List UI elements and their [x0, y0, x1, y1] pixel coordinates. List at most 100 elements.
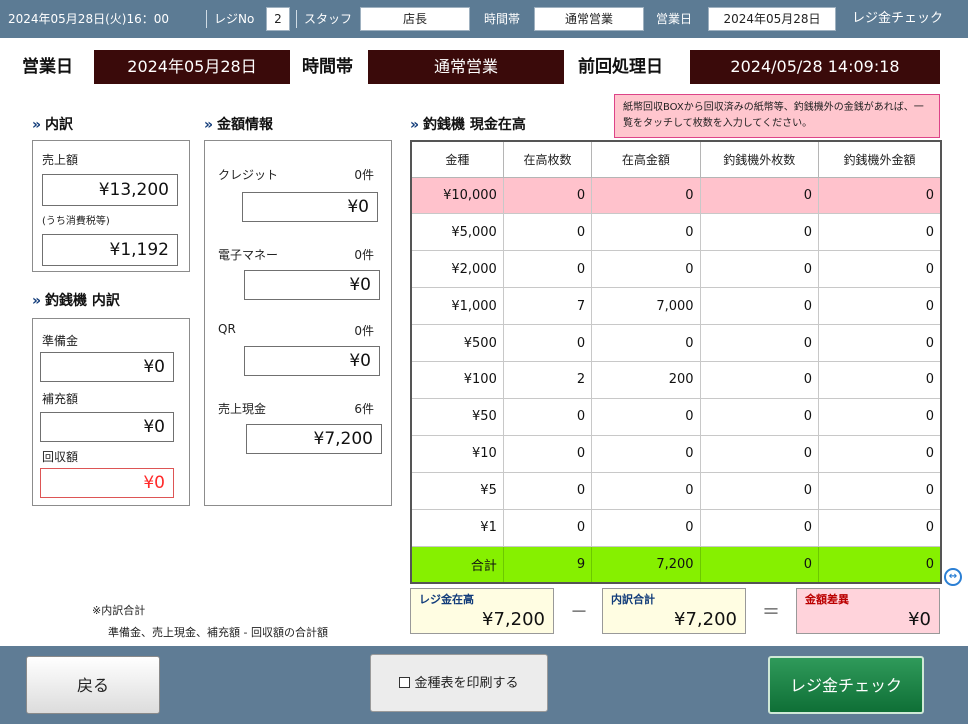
table-cell[interactable]: 0 — [818, 250, 942, 289]
column-header: 釣銭機外枚数 — [699, 140, 820, 178]
table-cell[interactable]: 0 — [591, 508, 701, 547]
table-cell[interactable]: 0 — [591, 397, 701, 436]
table-row[interactable]: ¥10 0 0 0 0 — [410, 434, 942, 473]
table-cell[interactable]: 0 — [699, 361, 820, 399]
table-cell[interactable]: 0 — [818, 324, 942, 363]
screen-title: レジ金チェック — [852, 11, 944, 26]
table-cell[interactable]: 0 — [699, 250, 820, 289]
column-header: 在高枚数 — [502, 140, 593, 178]
footnote-text: 準備金、売上現金、補充額 - 回収額の合計額 — [108, 626, 328, 639]
credit-label: クレジット — [218, 168, 279, 182]
table-cell[interactable]: ¥50 — [410, 397, 504, 436]
table-cell[interactable]: 0 — [502, 434, 593, 473]
table-cell[interactable]: ¥500 — [410, 324, 504, 363]
table-cell[interactable]: 0 — [502, 213, 593, 252]
last-processed-value: 2024/05/28 14:09:18 — [690, 50, 940, 84]
business-day-value: 2024年05月28日 — [94, 50, 290, 84]
table-cell[interactable]: 0 — [591, 176, 701, 215]
reserve-value: ¥0 — [40, 352, 174, 382]
qr-count: 0件 — [354, 324, 374, 338]
time-slot-value-top: 通常営業 — [534, 7, 644, 31]
table-cell[interactable]: 0 — [818, 287, 942, 326]
table-cell[interactable]: 2 — [502, 361, 593, 399]
table-total-row: 合計 9 7,200 0 0 — [410, 545, 942, 584]
table-cell[interactable]: 0 — [699, 176, 820, 215]
table-cell[interactable]: 0 — [699, 324, 820, 363]
column-header: 金種 — [410, 140, 504, 178]
breakdown-total-label: 内訳合計 — [611, 593, 655, 606]
table-row[interactable]: ¥1,000 7 7,000 0 0 — [410, 287, 942, 326]
table-row[interactable]: ¥100 2 200 0 0 — [410, 361, 942, 399]
table-cell[interactable]: ¥5 — [410, 471, 504, 510]
table-cell[interactable]: 7,000 — [591, 287, 701, 326]
table-cell[interactable]: 0 — [699, 434, 820, 473]
register-no-label: レジNo — [214, 12, 255, 26]
table-cell[interactable]: ¥5,000 — [410, 213, 504, 252]
cash-sales-label: 売上現金 — [218, 402, 267, 416]
register-check-button[interactable]: レジ金チェック — [768, 656, 924, 714]
table-cell[interactable]: 0 — [699, 397, 820, 436]
table-cell[interactable]: 0 — [818, 508, 942, 547]
table-cell[interactable]: 0 — [699, 471, 820, 510]
table-row[interactable]: ¥2,000 0 0 0 0 — [410, 250, 942, 289]
column-header: 在高金額 — [591, 140, 701, 178]
table-cell[interactable]: 0 — [502, 397, 593, 436]
table-cell[interactable]: ¥2,000 — [410, 250, 504, 289]
table-cell[interactable]: 0 — [502, 508, 593, 547]
table-cell[interactable]: 0 — [591, 471, 701, 510]
table-cell[interactable]: 0 — [591, 324, 701, 363]
table-total-cell: 合計 — [410, 545, 504, 584]
cash-stock-title: » 釣銭機 現金在高 — [410, 114, 526, 134]
back-button[interactable]: 戻る — [26, 656, 160, 714]
column-header: 釣銭機外金額 — [818, 140, 942, 178]
register-no-value: 2 — [266, 7, 290, 31]
table-cell[interactable]: ¥100 — [410, 361, 504, 399]
cash-stock-title-text: 釣銭機 現金在高 — [423, 117, 526, 133]
table-cell[interactable]: 0 — [591, 213, 701, 252]
table-cell[interactable]: 0 — [591, 250, 701, 289]
table-cell[interactable]: 0 — [699, 213, 820, 252]
breakdown-total-value: ¥7,200 — [674, 609, 737, 630]
business-day-label: 営業日 — [22, 57, 73, 77]
table-cell[interactable]: 200 — [591, 361, 701, 399]
table-cell[interactable]: 0 — [818, 361, 942, 399]
print-denomination-toggle[interactable]: 金種表を印刷する — [370, 654, 548, 712]
staff-value: 店長 — [360, 7, 470, 31]
print-denomination-label: 金種表を印刷する — [414, 676, 519, 691]
scroll-toggle-icon[interactable]: ↔ — [944, 568, 962, 586]
staff-label: スタッフ — [304, 12, 353, 26]
table-row[interactable]: ¥5,000 0 0 0 0 — [410, 213, 942, 252]
table-cell[interactable]: ¥10,000 — [410, 176, 504, 215]
table-row[interactable]: ¥10,000 0 0 0 0 — [410, 176, 942, 215]
tax-label: (うち消費税等) — [42, 216, 110, 227]
changer-breakdown-title-text: 釣銭機 内訳 — [45, 293, 120, 309]
table-cell[interactable]: 0 — [699, 508, 820, 547]
table-cell[interactable]: 0 — [818, 213, 942, 252]
table-cell[interactable]: ¥10 — [410, 434, 504, 473]
qr-label: QR — [218, 322, 236, 336]
time-slot-label: 時間帯 — [302, 57, 353, 77]
checkbox-icon[interactable] — [399, 677, 411, 688]
divider — [206, 10, 207, 28]
cash-stock-table[interactable]: 金種 在高枚数 在高金額 釣銭機外枚数 釣銭機外金額 ¥10,000 0 0 0 0 ¥5… — [410, 140, 942, 584]
table-cell[interactable]: 0 — [818, 397, 942, 436]
table-cell[interactable]: 0 — [591, 434, 701, 473]
footnote-title: ※内訳合計 — [92, 604, 146, 617]
table-cell[interactable]: 0 — [502, 324, 593, 363]
table-cell[interactable]: 0 — [502, 471, 593, 510]
table-cell[interactable]: 7 — [502, 287, 593, 326]
table-cell[interactable]: 0 — [818, 471, 942, 510]
table-cell[interactable]: 0 — [502, 250, 593, 289]
table-cell[interactable]: 0 — [699, 287, 820, 326]
table-row[interactable]: ¥5 0 0 0 0 — [410, 471, 942, 510]
time-slot-value: 通常営業 — [368, 50, 564, 84]
qr-value: ¥0 — [244, 346, 380, 376]
table-row[interactable]: ¥50 0 0 0 0 — [410, 397, 942, 436]
table-cell[interactable]: 0 — [818, 176, 942, 215]
table-row[interactable]: ¥1 0 0 0 0 — [410, 508, 942, 547]
table-cell[interactable]: 0 — [818, 434, 942, 473]
table-cell[interactable]: ¥1,000 — [410, 287, 504, 326]
table-cell[interactable]: 0 — [502, 176, 593, 215]
table-cell[interactable]: ¥1 — [410, 508, 504, 547]
table-row[interactable]: ¥500 0 0 0 0 — [410, 324, 942, 363]
